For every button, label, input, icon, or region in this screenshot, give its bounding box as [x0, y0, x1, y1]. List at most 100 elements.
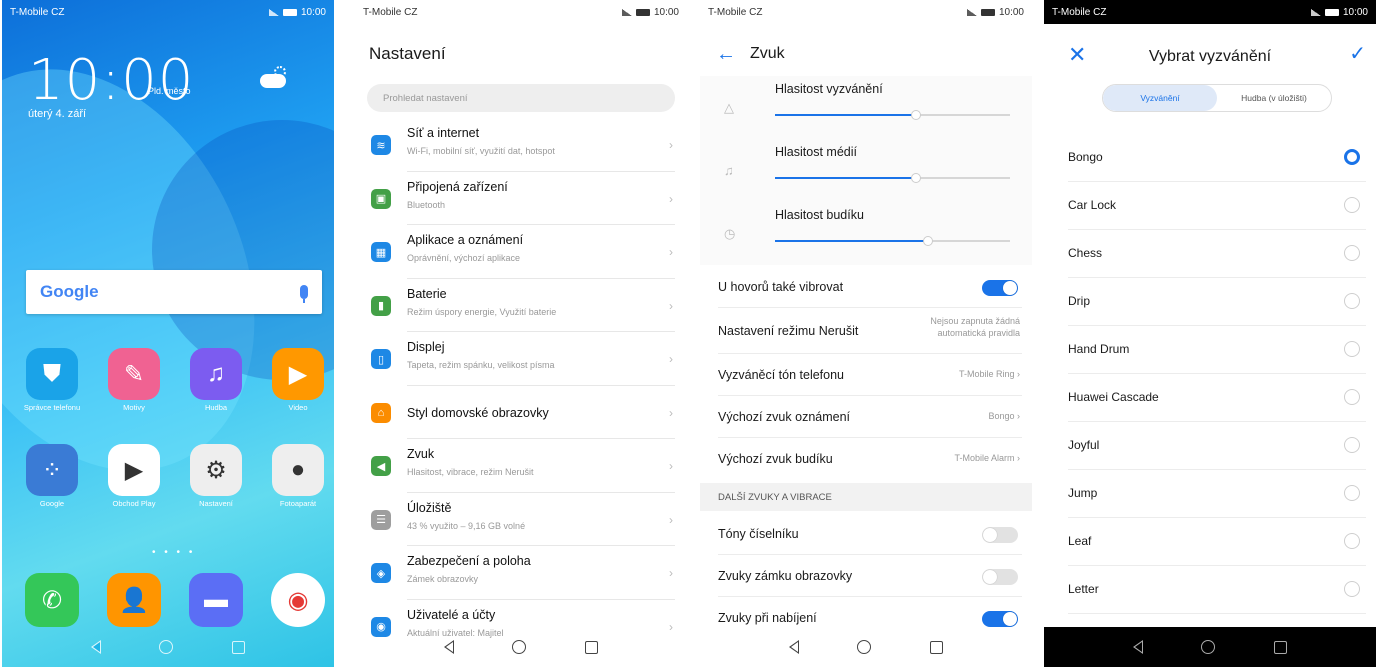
app-hudba[interactable]: ♫ Hudba: [176, 348, 256, 412]
status-time: 10:00: [300, 6, 326, 18]
dock-contacts[interactable]: 👤: [94, 573, 174, 627]
radio-button[interactable]: [1344, 245, 1360, 261]
weather-icon[interactable]: [258, 66, 292, 90]
app-google[interactable]: ⁘ Google: [12, 444, 92, 508]
row-label: Výchozí zvuk budíku: [718, 452, 833, 466]
volume-slider[interactable]: [775, 173, 1010, 183]
settings-item[interactable]: ▣ Připojená zařízení Bluetooth ›: [355, 172, 687, 225]
slider-handle[interactable]: [922, 236, 933, 246]
battery-icon: [980, 8, 995, 16]
dock-messages[interactable]: ▬: [176, 573, 256, 627]
radio-button[interactable]: [1344, 485, 1360, 501]
recent-apps-icon[interactable]: [584, 640, 598, 654]
back-icon[interactable]: [91, 640, 102, 654]
google-search-bar[interactable]: Google: [26, 270, 322, 314]
volume-slider[interactable]: [775, 110, 1010, 120]
status-bar: T-Mobile CZ 10:00: [2, 0, 334, 24]
app-motivy[interactable]: ✎ Motivy: [94, 348, 174, 412]
display-icon: ▯: [371, 349, 391, 369]
settings-item[interactable]: ⌂ Styl domovské obrazovky ›: [355, 386, 687, 439]
row-label: Vyzváněcí tón telefonu: [718, 368, 845, 382]
radio-button[interactable]: [1344, 197, 1360, 213]
home-icon[interactable]: [1201, 640, 1216, 654]
dial-tones-row[interactable]: Tóny číselníku: [700, 513, 1032, 555]
clock-widget[interactable]: 10:00: [28, 48, 194, 113]
ringtone-item[interactable]: Letter: [1044, 566, 1376, 614]
ringtone-item[interactable]: Joyful: [1044, 422, 1376, 470]
app-obchod-play[interactable]: ▶ Obchod Play: [94, 444, 174, 508]
ringtone-item[interactable]: Hand Drum: [1044, 326, 1376, 374]
alarm-icon: ◷: [724, 226, 736, 241]
lock-sounds-row[interactable]: Zvuky zámku obrazovky: [700, 555, 1032, 597]
settings-search-input[interactable]: Prohledat nastavení: [367, 84, 675, 112]
home-icon[interactable]: [159, 640, 174, 654]
confirm-check-icon[interactable]: ✓: [1349, 44, 1366, 64]
radio-button[interactable]: [1344, 149, 1360, 165]
row-label: U hovorů také vibrovat: [718, 280, 844, 294]
ringtone-item[interactable]: Chess: [1044, 230, 1376, 278]
settings-item[interactable]: ☰ Úložiště 43 % využito – 9,16 GB volné ›: [355, 493, 687, 546]
charging-sounds-toggle[interactable]: [982, 611, 1018, 627]
settings-item-title: Připojená zařízení: [407, 179, 508, 194]
home-icon[interactable]: [857, 640, 872, 654]
ringtone-item[interactable]: Car Lock: [1044, 182, 1376, 230]
recent-apps-icon[interactable]: [1273, 640, 1287, 654]
dock-phone[interactable]: ✆: [12, 573, 92, 627]
dock-chrome[interactable]: ◉: [258, 573, 334, 627]
vibrate-toggle[interactable]: [982, 280, 1018, 296]
app-nastavení[interactable]: ⚙ Nastavení: [176, 444, 256, 508]
dnd-row[interactable]: Nastavení režimu Nerušit Nejsou zapnuta …: [700, 308, 1032, 354]
ringtone-item[interactable]: Leaf: [1044, 518, 1376, 566]
app-fotoaparát[interactable]: ● Fotoaparát: [258, 444, 334, 508]
settings-item[interactable]: ◀ Zvuk Hlasitost, vibrace, režim Nerušit ›: [355, 439, 687, 493]
settings-item[interactable]: ◈ Zabezpečení a poloha Zámek obrazovky ›: [355, 546, 687, 600]
back-icon[interactable]: [1133, 640, 1144, 654]
back-icon[interactable]: [789, 640, 800, 654]
radio-button[interactable]: [1344, 389, 1360, 405]
ringtone-item[interactable]: Huawei Cascade: [1044, 374, 1376, 422]
tab-music[interactable]: Hudba (v úložišti): [1217, 85, 1331, 111]
ringtone-list: Bongo Car Lock Chess Drip Hand Drum Huawei Ca…: [1044, 134, 1376, 662]
chrome-icon: ◉: [271, 573, 325, 627]
dial-tones-toggle[interactable]: [982, 527, 1018, 543]
chevron-right-icon: ›: [669, 405, 673, 420]
signal-icon: [966, 8, 977, 16]
shield-icon: ⛊: [26, 348, 78, 400]
row-value: Nejsou zapnuta žádná automatická pravidla: [930, 316, 1020, 338]
recent-apps-icon[interactable]: [231, 640, 245, 654]
music-icon: ♫: [190, 348, 242, 400]
radio-button[interactable]: [1344, 293, 1360, 309]
chevron-right-icon: ›: [669, 245, 673, 259]
ringtone-item[interactable]: Jump: [1044, 470, 1376, 518]
settings-item[interactable]: ▮ Baterie Režim úspory energie, Využití ba…: [355, 279, 687, 332]
back-icon[interactable]: [444, 640, 455, 654]
chevron-right-icon: ›: [669, 191, 673, 206]
settings-item[interactable]: ▯ Displej Tapeta, režim spánku, velikost p…: [355, 332, 687, 386]
radio-button[interactable]: [1344, 341, 1360, 357]
ringtone-row[interactable]: Vyzváněcí tón telefonu T-Mobile Ring ›: [700, 354, 1032, 396]
radio-button[interactable]: [1344, 581, 1360, 597]
volume-row: ◷ Hlasitost budíku: [700, 202, 1032, 265]
slider-handle[interactable]: [911, 173, 921, 183]
lock-sounds-toggle[interactable]: [982, 569, 1018, 585]
settings-item[interactable]: ≋ Síť a internet Wi-Fi, mobilní síť, využi…: [355, 118, 687, 172]
app-správce-telefonu[interactable]: ⛊ Správce telefonu: [12, 348, 92, 412]
back-arrow-icon[interactable]: ←: [716, 44, 736, 64]
alarm-sound-row[interactable]: Výchozí zvuk budíku T-Mobile Alarm ›: [700, 438, 1032, 480]
ringtone-item[interactable]: Bongo: [1044, 134, 1376, 182]
recent-apps-icon[interactable]: [929, 640, 943, 654]
ringtone-item[interactable]: Drip: [1044, 278, 1376, 326]
home-icon[interactable]: [512, 640, 527, 654]
tab-ringtones[interactable]: Vyzvánění: [1103, 85, 1217, 111]
settings-item-title: Styl domovské obrazovky: [407, 405, 549, 420]
radio-button[interactable]: [1344, 533, 1360, 549]
notification-sound-row[interactable]: Výchozí zvuk oznámení Bongo ›: [700, 396, 1032, 438]
slider-handle[interactable]: [911, 110, 921, 120]
volume-slider[interactable]: [775, 236, 1010, 246]
settings-item[interactable]: ▦ Aplikace a oznámení Oprávnění, výchozí a…: [355, 225, 687, 279]
radio-button[interactable]: [1344, 437, 1360, 453]
app-video[interactable]: ▶ Video: [258, 348, 334, 412]
vibrate-row[interactable]: U hovorů také vibrovat: [700, 266, 1032, 308]
camera-icon: ●: [272, 444, 324, 496]
microphone-icon[interactable]: [300, 285, 308, 303]
